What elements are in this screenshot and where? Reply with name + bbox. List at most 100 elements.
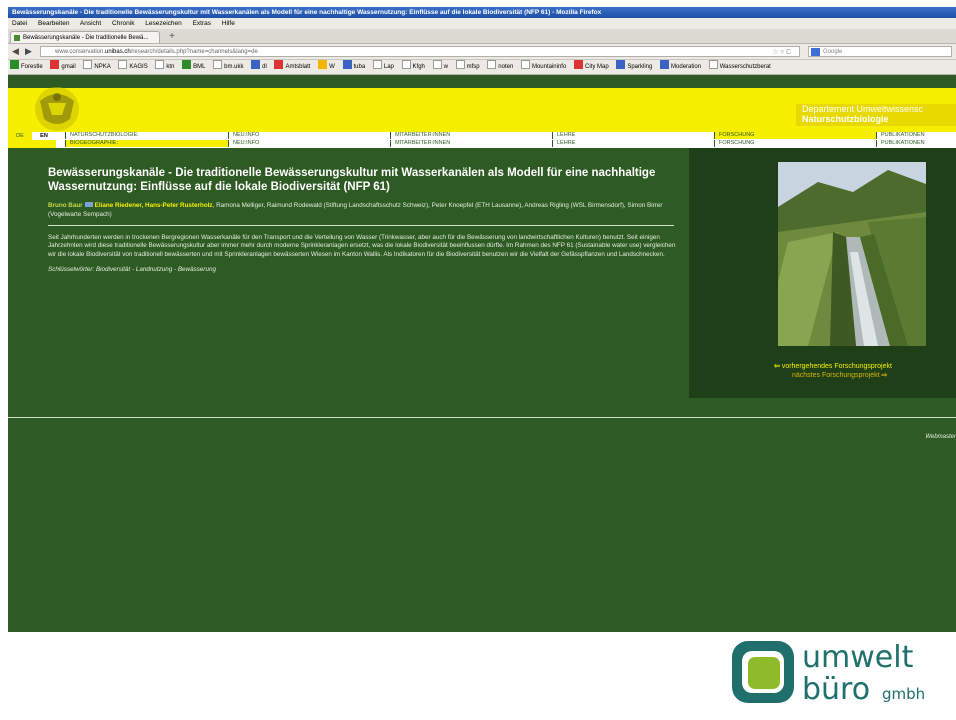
bookmark-item[interactable]: Sparkling <box>616 60 652 74</box>
article-title: Bewässerungskanäle - Die traditionelle B… <box>48 167 656 193</box>
bookmark-item[interactable]: KAGIS <box>118 60 148 74</box>
forward-arrow-icon[interactable]: ▶ <box>25 46 32 57</box>
bookmark-item[interactable]: BML <box>182 60 205 74</box>
bookmark-item[interactable]: Forestle <box>10 60 43 74</box>
prev-project-link[interactable]: ⇦ vorhergehendes Forschungsprojekt <box>774 362 892 371</box>
bookmark-item[interactable]: Lap <box>372 60 394 74</box>
bookmark-item[interactable]: Wasserschutzberat <box>708 60 771 74</box>
department-banner[interactable]: Departement Umweltwissensc Naturschutzbi… <box>796 104 956 126</box>
right-arrow-icon: ⇨ <box>879 372 888 379</box>
bookmark-icon <box>487 60 497 69</box>
bookmark-icon <box>118 60 128 69</box>
bookmark-item[interactable]: Amtsblatt <box>274 60 310 74</box>
bookmark-item[interactable]: W <box>318 60 335 74</box>
bookmark-item[interactable]: tuba <box>342 60 365 74</box>
menu-hilfe[interactable]: Hilfe <box>222 20 235 27</box>
bookmark-icon <box>83 60 93 69</box>
irrigation-channel-photo <box>778 162 926 346</box>
menu-datei[interactable]: Datei <box>12 20 27 27</box>
menu-extras[interactable]: Extras <box>193 20 211 27</box>
nav-forschung-2[interactable]: FORSCHUNG <box>714 140 876 147</box>
umweltbuero-logo: umwelt büro gmbh <box>732 640 925 707</box>
bookmark-icon <box>10 60 19 69</box>
lang-en-link[interactable]: EN <box>32 132 56 140</box>
email-icon[interactable] <box>84 202 93 207</box>
google-icon <box>811 48 820 56</box>
nav-publikationen[interactable]: PUBLIKATIONEN <box>876 132 956 139</box>
bookmark-icon <box>520 60 530 69</box>
menu-bearbeiten[interactable]: Bearbeiten <box>38 20 69 27</box>
nav-lehre[interactable]: LEHRE <box>552 132 714 139</box>
article-authors: Bruno Baur Eliane Riedener, Hans-Peter Ru… <box>48 202 678 219</box>
menu-ansicht[interactable]: Ansicht <box>80 20 101 27</box>
logo-word-gmbh: gmbh <box>882 685 925 703</box>
bookmark-icon <box>372 60 382 69</box>
nav-publikationen-2[interactable]: PUBLIKATIONEN <box>876 140 956 147</box>
bookmark-icon <box>213 60 223 69</box>
footer-divider <box>8 417 956 418</box>
tab-active[interactable]: Bewässerungskanäle - Die traditionelle B… <box>10 31 160 43</box>
left-arrow-icon: ⇦ <box>774 363 782 370</box>
bookmark-star-icon[interactable]: ☆ ▿ C <box>772 47 791 58</box>
url-suffix: /research/details.php?name=channels&lang… <box>130 49 258 55</box>
bookmark-icon <box>318 60 328 69</box>
main-content: Bewässerungskanäle - Die traditionelle B… <box>8 148 956 632</box>
url-domain: unibas.ch <box>105 49 131 55</box>
bookmark-icon <box>274 60 284 69</box>
bookmark-item[interactable]: gmail <box>50 60 76 74</box>
mail-icon <box>50 60 60 69</box>
lang-spacer <box>8 140 56 148</box>
nav-neu-info-2[interactable]: NEU:INFO <box>228 140 390 147</box>
lang-de-link[interactable]: DE <box>8 132 32 140</box>
bookmark-icon <box>455 60 465 69</box>
menu-chronik[interactable]: Chronik <box>112 20 134 27</box>
nav-neu-info[interactable]: NEU:INFO <box>228 132 390 139</box>
bookmarks-toolbar: Forestle gmail NPKA KAGIS ktn BML bm.ukk… <box>8 60 956 75</box>
new-tab-button[interactable]: + <box>165 31 179 42</box>
bookmark-item[interactable]: NPKA <box>83 60 111 74</box>
bookmark-item[interactable]: mfsp <box>455 60 480 74</box>
author-link[interactable]: Eliane Riedener, Hans-Peter Rusterholz <box>95 202 213 209</box>
bookmark-item[interactable]: bm.ukk <box>213 60 243 74</box>
bookmark-item[interactable]: Moderation <box>660 60 701 74</box>
site-header: Departement Umweltwissensc Naturschutzbi… <box>8 87 956 132</box>
university-seal-icon <box>35 87 79 131</box>
bookmark-icon <box>616 60 626 69</box>
search-box[interactable]: Google <box>808 46 952 57</box>
bookmark-icon <box>155 60 165 69</box>
browser-window: Bewässerungskanäle - Die traditionelle B… <box>8 7 956 632</box>
menu-lesezeichen[interactable]: Lesezeichen <box>145 20 182 27</box>
nav-lehre-2[interactable]: LEHRE <box>552 140 714 147</box>
bookmark-icon <box>432 60 442 69</box>
bookmark-item[interactable]: Mountaininfo <box>520 60 566 74</box>
bookmark-item[interactable]: ktn <box>155 60 174 74</box>
tab-label: Bewässerungskanäle - Die traditionelle B… <box>23 35 149 41</box>
next-project-link[interactable]: nächstes Forschungsprojekt ⇨ <box>792 371 887 380</box>
bookmark-item[interactable]: noten <box>487 60 513 74</box>
back-arrow-icon[interactable]: ◀ <box>12 46 19 57</box>
article-keywords: Schlüsselwörter: Biodiversität - Landnut… <box>48 265 217 273</box>
bookmark-icon <box>342 60 352 69</box>
site-navigation: DE EN NATURSCHUTZBIOLOGIE: NEU:INFO MITA… <box>8 132 956 148</box>
nav-naturschutzbiologie[interactable]: NATURSCHUTZBIOLOGIE: <box>65 132 228 139</box>
url-bar[interactable]: www.conservation.unibas.ch/research/deta… <box>40 46 800 57</box>
url-prefix: www.conservation. <box>55 49 106 55</box>
window-title: Bewässerungskanäle - Die traditionelle B… <box>8 7 956 18</box>
bookmark-icon <box>573 60 583 69</box>
article-abstract: Seit Jahrhunderten werden in trockenen B… <box>48 234 676 258</box>
author-link[interactable]: Bruno Baur <box>48 202 83 209</box>
nav-mitarbeiter[interactable]: MITARBEITER:INNEN <box>390 132 552 139</box>
bookmark-icon <box>708 60 718 69</box>
bookmark-item[interactable]: w <box>432 60 448 74</box>
nav-forschung[interactable]: FORSCHUNG <box>714 132 876 139</box>
bookmark-item[interactable]: dl <box>251 60 267 74</box>
bookmark-item[interactable]: Kfgh <box>401 60 425 74</box>
nav-mitarbeiter-2[interactable]: MITARBEITER:INNEN <box>390 140 552 147</box>
search-placeholder: Google <box>823 49 843 55</box>
department-subname: Naturschutzbiologie <box>802 114 889 124</box>
divider <box>48 225 674 226</box>
bookmark-item[interactable]: City Map <box>573 60 609 74</box>
nav-biogeographie[interactable]: BIOGEOGRAPHIE: <box>65 140 228 147</box>
sidebar: ⇦ vorhergehendes Forschungsprojekt nächs… <box>689 148 956 398</box>
webmaster-link[interactable]: Webmaster <box>925 434 956 440</box>
